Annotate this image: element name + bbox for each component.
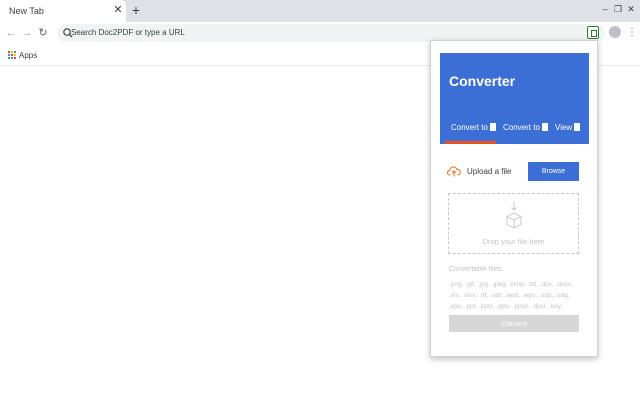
upload-label: Upload a file xyxy=(467,167,512,176)
tab-new-tab[interactable]: New Tab ✕ xyxy=(0,0,126,22)
file-icon xyxy=(574,123,581,131)
tab-title: New Tab xyxy=(9,6,44,16)
tab-convert-from-pdf[interactable]: Convert to xyxy=(503,123,548,132)
box-drop-icon xyxy=(506,202,522,229)
convert-button[interactable]: Convert xyxy=(449,315,579,332)
file-icon xyxy=(541,123,548,131)
avatar[interactable] xyxy=(609,26,621,38)
tab-view-pdf[interactable]: View xyxy=(555,123,581,132)
tab-label: Convert to xyxy=(503,123,540,132)
tab-convert-to-pdf[interactable]: Convert to xyxy=(451,123,496,132)
tab-strip: New Tab ✕ + – ❐ ✕ xyxy=(0,0,640,22)
new-tab-button[interactable]: + xyxy=(128,2,144,18)
close-icon[interactable]: ✕ xyxy=(112,4,124,16)
active-tab-indicator xyxy=(445,141,496,144)
menu-icon[interactable]: ⋮ xyxy=(627,25,637,41)
forward-icon[interactable]: → xyxy=(19,25,35,41)
browse-button[interactable]: Browse xyxy=(528,162,579,181)
apps-icon[interactable] xyxy=(8,51,16,59)
omnibox-placeholder: Search Doc2PDF or type a URL xyxy=(71,28,185,37)
popup-title: Converter xyxy=(449,73,516,89)
window-close-icon[interactable]: ✕ xyxy=(622,2,640,16)
doc2pdf-extension-icon[interactable] xyxy=(587,26,599,39)
tab-label: View xyxy=(555,123,573,132)
drop-zone[interactable]: Drop your file here xyxy=(448,193,579,254)
back-icon[interactable]: ← xyxy=(3,25,19,41)
drop-label: Drop your file here xyxy=(482,237,545,246)
pdf-file-icon xyxy=(489,123,496,131)
reload-icon[interactable]: ↻ xyxy=(35,25,51,41)
popup-header: Converter Convert to Convert to View xyxy=(440,53,589,144)
convertable-heading: Convertable files: xyxy=(449,266,504,273)
tab-label: Convert to xyxy=(451,123,488,132)
cloud-upload-icon xyxy=(447,166,461,177)
apps-bookmark[interactable]: Apps xyxy=(19,51,37,60)
